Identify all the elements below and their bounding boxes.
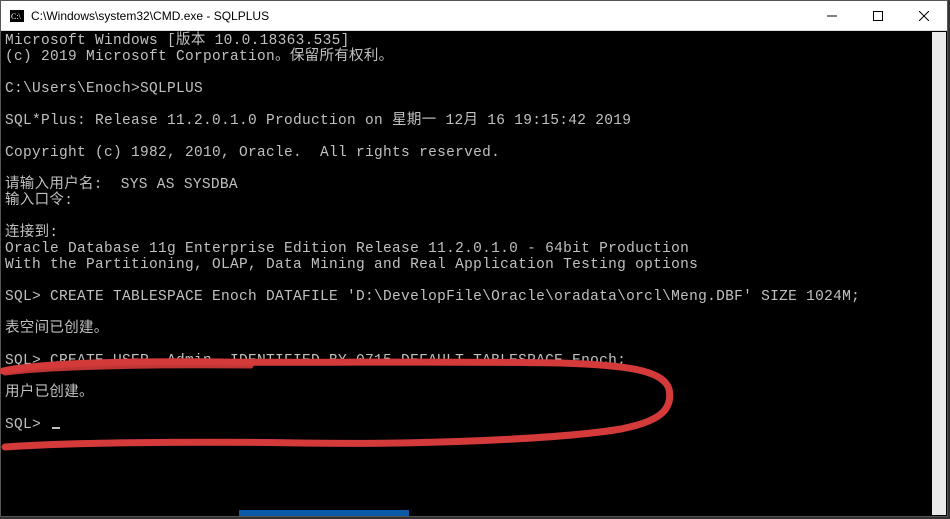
close-button[interactable]	[901, 1, 947, 31]
maximize-button[interactable]	[855, 1, 901, 31]
term-line: Microsoft Windows [版本 10.0.18363.535]	[5, 33, 350, 49]
term-line: SQL*Plus: Release 11.2.0.1.0 Production …	[5, 113, 631, 129]
term-line: SQL> CREATE TABLESPACE Enoch DATAFILE 'D…	[5, 289, 860, 305]
cursor	[52, 427, 60, 429]
cmd-icon: C:\	[9, 8, 25, 24]
scrollbar-thumb[interactable]	[932, 32, 946, 515]
window-title: C:\Windows\system32\CMD.exe - SQLPLUS	[31, 9, 809, 23]
term-line: 用户已创建。	[5, 385, 94, 401]
term-line: (c) 2019 Microsoft Corporation。保留所有权利。	[5, 49, 393, 65]
svg-text:C:\: C:\	[11, 12, 22, 21]
term-line: SQL> CREATE USER Admin IDENTIFIED BY 071…	[5, 353, 626, 369]
scrollbar-vertical[interactable]	[932, 32, 946, 515]
term-line: 输入口令:	[5, 193, 73, 209]
term-line: 表空间已创建。	[5, 321, 109, 337]
term-line: 连接到:	[5, 225, 58, 241]
term-line: C:\Users\Enoch>SQLPLUS	[5, 81, 203, 97]
minimize-button[interactable]	[809, 1, 855, 31]
titlebar[interactable]: C:\ C:\Windows\system32\CMD.exe - SQLPLU…	[1, 1, 947, 31]
taskbar-fragment	[239, 510, 409, 516]
term-line: With the Partitioning, OLAP, Data Mining…	[5, 257, 698, 273]
window-frame: C:\ C:\Windows\system32\CMD.exe - SQLPLU…	[0, 0, 948, 517]
term-line: Copyright (c) 1982, 2010, Oracle. All ri…	[5, 145, 500, 161]
term-prompt: SQL>	[5, 417, 50, 433]
window-controls	[809, 1, 947, 30]
term-line: Oracle Database 11g Enterprise Edition R…	[5, 241, 689, 257]
term-line: 请输入用户名: SYS AS SYSDBA	[5, 177, 238, 193]
terminal-output[interactable]: Microsoft Windows [版本 10.0.18363.535] (c…	[1, 31, 947, 516]
